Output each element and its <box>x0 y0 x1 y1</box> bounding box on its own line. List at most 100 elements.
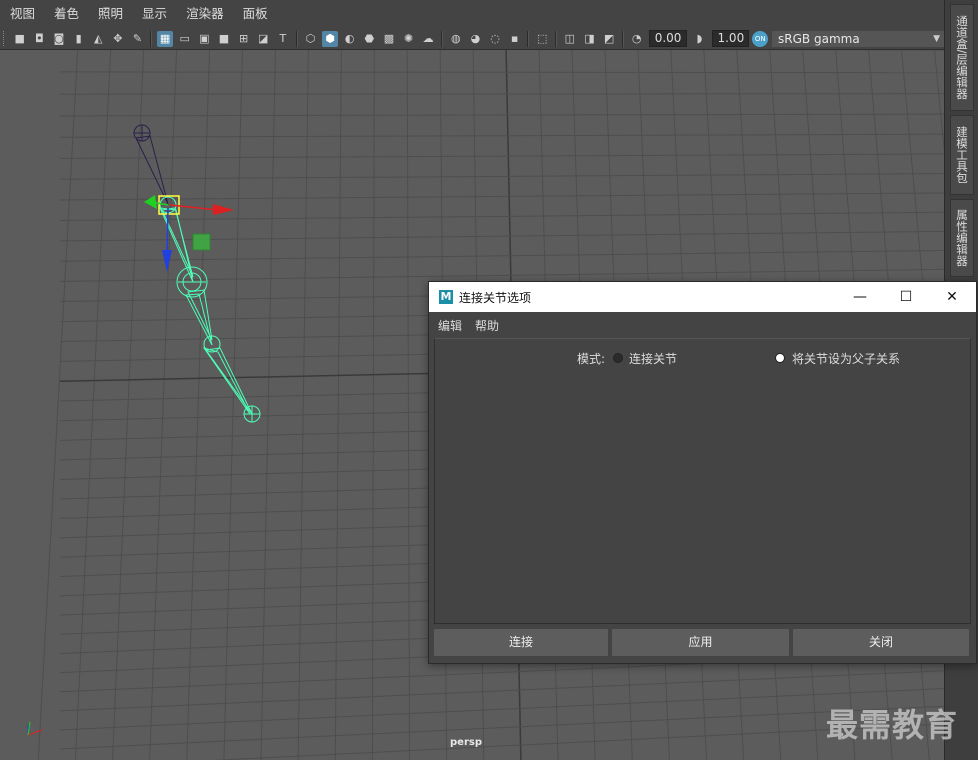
toolbar-separator <box>150 30 153 47</box>
tab-attribute-editor[interactable]: 属性编辑器 <box>950 199 974 277</box>
textured-icon[interactable]: ▩ <box>381 31 397 47</box>
gamma-field[interactable]: 1.00 <box>712 30 750 47</box>
safe-action-icon[interactable]: ◪ <box>255 31 271 47</box>
connect-joint-radio[interactable] <box>613 353 623 363</box>
grid-line <box>59 211 944 221</box>
grid-line <box>149 50 178 760</box>
menu-show[interactable]: 显示 <box>132 0 176 28</box>
grid-line <box>59 93 944 95</box>
grid-line <box>74 50 112 760</box>
apply-button[interactable]: 应用 <box>612 629 789 656</box>
default-material-icon[interactable]: ◐ <box>342 31 358 47</box>
film-gate-icon[interactable]: ▭ <box>177 31 193 47</box>
field-chart-icon[interactable]: ⊞ <box>236 31 252 47</box>
tab-channel-box-label: 通道盒/层编辑器 <box>955 15 969 100</box>
anti-aliasing-icon[interactable]: ◌ <box>487 31 503 47</box>
exposure-icon[interactable]: ◔ <box>629 31 645 47</box>
maya-logo-icon: M <box>439 290 453 304</box>
mode-row: 模式: 连接关节 将关节设为父子关系 <box>435 350 970 366</box>
panel-menubar: 视图 着色 照明 显示 渲染器 面板 <box>0 0 944 29</box>
toolbar-separator <box>555 30 558 47</box>
gate-mask-icon[interactable]: ■ <box>216 31 232 47</box>
grid-line <box>59 670 944 712</box>
grid-icon[interactable]: ▦ <box>157 30 173 47</box>
menu-panels[interactable]: 面板 <box>233 0 277 28</box>
menu-shading[interactable]: 着色 <box>44 0 88 28</box>
maximize-button[interactable]: ☐ <box>883 282 929 312</box>
mode-label: 模式: <box>577 352 606 366</box>
panel-toolbar: ■ ◘ ◙ ▮ ◭ ✥ ✎ ▦ ▭ ▣ ■ ⊞ ◪ T ⬡ ⬢ ◐ ⬣ ▩ ✺ … <box>0 28 945 50</box>
bookmark-icon[interactable]: ▮ <box>71 31 87 47</box>
dialog-titlebar[interactable]: M 连接关节选项 — ☐ ✕ <box>429 282 976 312</box>
wireframe-on-shaded-icon[interactable]: ⬣ <box>361 31 377 47</box>
depth-of-field-icon[interactable]: ▪ <box>507 31 523 47</box>
camera-attributes-icon[interactable]: ◘ <box>32 31 48 47</box>
grid-line <box>59 249 944 262</box>
grid-line <box>59 113 944 117</box>
camera-name-label: persp <box>450 737 482 748</box>
dialog-button-row: 连接 应用 关闭 <box>434 629 971 657</box>
tab-attribute-editor-label: 属性编辑器 <box>955 209 969 267</box>
camera-lock-icon[interactable]: ◙ <box>51 31 67 47</box>
toolbar-separator <box>527 30 530 47</box>
2d-pan-zoom-icon[interactable]: ✥ <box>110 31 126 47</box>
chevron-down-icon: ▼ <box>933 33 941 44</box>
minimize-button[interactable]: — <box>837 282 883 312</box>
grid-line <box>223 50 243 760</box>
grease-pencil-icon[interactable]: ✎ <box>130 31 146 47</box>
toolbar-separator <box>295 30 298 47</box>
wireframe-icon[interactable]: ⬡ <box>303 31 319 47</box>
smooth-shade-icon[interactable]: ⬢ <box>322 30 338 47</box>
grid-line <box>112 50 145 760</box>
watermark-text: 最需教育 <box>826 706 959 744</box>
menu-edit[interactable]: 编辑 <box>429 317 466 334</box>
grid-line <box>186 50 211 760</box>
view-transform-value: sRGB gamma <box>778 31 860 46</box>
menu-lighting[interactable]: 照明 <box>88 0 132 28</box>
screen-space-ao-icon[interactable]: ◍ <box>448 31 464 47</box>
resolution-gate-icon[interactable]: ▣ <box>197 31 213 47</box>
safe-title-icon[interactable]: T <box>275 31 291 47</box>
tab-channel-box[interactable]: 通道盒/层编辑器 <box>950 4 974 111</box>
use-all-lights-icon[interactable]: ✺ <box>401 31 417 47</box>
shadows-icon[interactable]: ☁ <box>420 31 436 47</box>
parent-joint-label[interactable]: 将关节设为父子关系 <box>792 350 900 367</box>
parent-joint-radio[interactable] <box>775 353 785 363</box>
connect-joint-label[interactable]: 连接关节 <box>629 350 677 367</box>
selected-joint-chain[interactable] <box>159 196 261 423</box>
view-transform-dropdown[interactable]: sRGB gamma ▼ <box>772 30 945 47</box>
close-dialog-button[interactable]: 关闭 <box>793 629 969 656</box>
isolate-select-icon[interactable]: ⬚ <box>534 31 550 47</box>
exposure-field[interactable]: 0.00 <box>649 30 687 47</box>
grid-line <box>260 50 276 760</box>
grid-line <box>59 192 944 201</box>
camera-icon[interactable]: ■ <box>12 31 28 47</box>
maya-window: 视图 着色 照明 显示 渲染器 面板 ■ ◘ ◙ ▮ ◭ ✥ ✎ ▦ ▭ ▣ ■… <box>0 0 978 760</box>
toolbar-grip[interactable] <box>3 31 7 46</box>
tab-modeling-toolkit-label: 建模工具包 <box>955 126 969 184</box>
grid-line <box>210 723 944 760</box>
color-management-icon[interactable]: ON <box>752 30 769 47</box>
toolbar-separator <box>621 30 624 47</box>
grid-line <box>59 688 944 731</box>
menu-help[interactable]: 帮助 <box>466 317 503 334</box>
dialog-title: 连接关节选项 <box>459 290 532 305</box>
xray-icon[interactable]: ◫ <box>562 31 578 47</box>
grid-line <box>297 50 309 760</box>
gamma-icon[interactable]: ◗ <box>692 31 708 47</box>
xray-joints-icon[interactable]: ◩ <box>601 31 617 47</box>
motion-blur-icon[interactable]: ◕ <box>468 31 484 47</box>
grid-line <box>59 71 944 74</box>
toolbar-separator <box>440 30 443 47</box>
connect-button[interactable]: 连接 <box>434 629 608 656</box>
tab-modeling-toolkit[interactable]: 建模工具包 <box>950 115 974 195</box>
xray-active-components-icon[interactable]: ◨ <box>582 31 598 47</box>
connect-joint-options-dialog: M 连接关节选项 — ☐ ✕ 编辑 帮助 模式: 连接关节 将关节设为父子关系 … <box>428 281 977 664</box>
grid-line <box>59 153 944 159</box>
grid-line <box>59 133 944 138</box>
menu-view[interactable]: 视图 <box>0 0 44 28</box>
image-plane-icon[interactable]: ◭ <box>90 31 106 47</box>
grid-line <box>59 705 944 750</box>
close-button[interactable]: ✕ <box>929 282 975 312</box>
menu-renderer[interactable]: 渲染器 <box>176 0 233 28</box>
